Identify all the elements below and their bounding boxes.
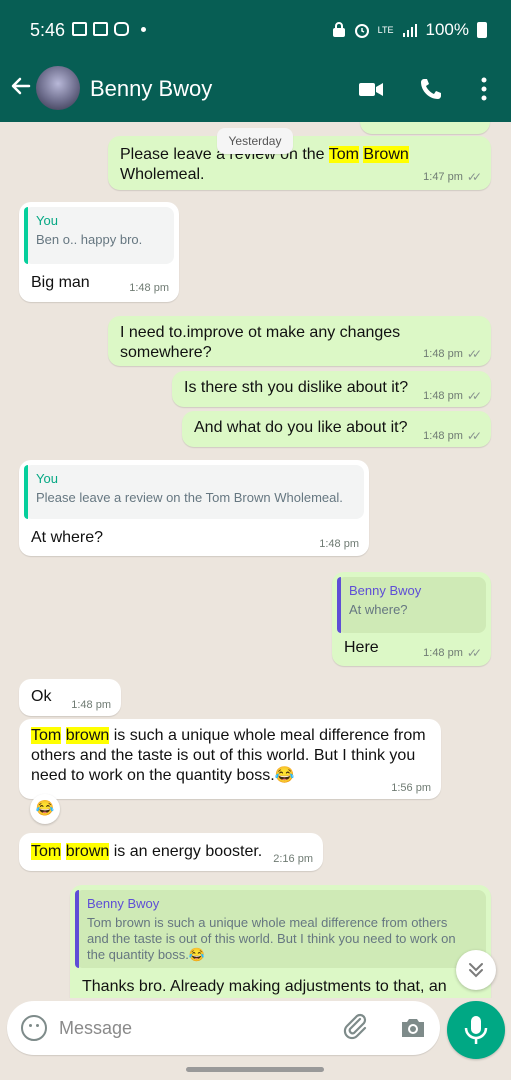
quote-author: Benny Bwoy [87, 896, 160, 911]
double-chevron-down-icon [469, 963, 483, 978]
attach-icon[interactable] [342, 1013, 370, 1041]
gesture-nav-bar[interactable] [186, 1067, 324, 1072]
quote-author: You [36, 213, 58, 228]
contact-avatar[interactable] [36, 66, 80, 110]
battery-icon [477, 22, 487, 38]
mic-button[interactable] [447, 1001, 505, 1059]
quote-author: Benny Bwoy [349, 583, 422, 598]
gallery-notification-icon [72, 22, 87, 36]
message-text: Tom brown is such a unique whole meal di… [31, 727, 426, 784]
message-time: 2:16 pm [273, 853, 313, 865]
system-status: LTE 100% [332, 20, 487, 40]
message-text: At where? [31, 529, 104, 546]
quoted-message[interactable]: Benny Bwoy At where? [337, 577, 486, 633]
message-bubble[interactable]: You Please leave a review on the Tom Bro… [19, 460, 369, 556]
message-meta: 1:48 pm ✓✓ [423, 646, 482, 660]
message-time: 1:48 pm [319, 538, 359, 550]
read-ticks-icon: ✓✓ [466, 429, 482, 443]
back-arrow-icon[interactable] [9, 74, 33, 104]
notification-icons [72, 22, 146, 36]
message-bubble[interactable]: Benny Bwoy Tom brown is such a unique wh… [70, 885, 491, 998]
message-meta: 1:48 pm ✓✓ [423, 429, 482, 443]
quote-author: You [36, 471, 58, 486]
message-bubble[interactable]: I need to.improve ot make any changes so… [108, 316, 491, 366]
lock-icon [332, 22, 345, 37]
quoted-message[interactable]: You Ben o.. happy bro. [24, 207, 174, 264]
message-bubble[interactable]: Ok 1:48 pm [19, 679, 121, 716]
alarm-icon [354, 24, 369, 38]
message-bubble[interactable]: And what do you like about it? 1:48 pm ✓✓ [182, 411, 491, 447]
quote-text: Ben o.. happy bro. [36, 232, 143, 247]
phone-icon[interactable] [418, 76, 444, 102]
network-type: LTE [377, 25, 394, 35]
quote-text: Tom brown is such a unique whole meal di… [87, 915, 456, 962]
status-time: 5:46 [30, 20, 66, 40]
battery-level: 100% [425, 20, 469, 39]
chat-header: Benny Bwoy [0, 60, 511, 122]
quoted-message[interactable]: Benny Bwoy Tom brown is such a unique wh… [75, 890, 486, 968]
instagram-notification-icon [114, 22, 129, 36]
message-bubble[interactable]: Is there sth you dislike about it? 1:48 … [172, 371, 491, 407]
mic-icon [464, 1016, 488, 1044]
message-bubble[interactable]: You Ben o.. happy bro. Big man 1:48 pm [19, 202, 179, 302]
message-text: And what do you like about it? [194, 419, 408, 436]
scroll-down-button[interactable] [456, 950, 496, 990]
message-text: Thanks bro. Already making adjustments t… [82, 978, 447, 995]
camera-icon[interactable] [399, 1014, 427, 1042]
message-text: Is there sth you dislike about it? [184, 379, 409, 396]
read-ticks-icon: ✓✓ [466, 646, 482, 660]
video-call-icon[interactable] [358, 76, 384, 102]
message-time: 1:48 pm [71, 699, 111, 711]
read-ticks-icon: ✓✓ [466, 389, 482, 403]
quote-text: At where? [349, 602, 408, 617]
message-notification-icon [93, 22, 108, 36]
message-time: 1:48 pm [129, 282, 169, 294]
message-time: 1:56 pm [391, 782, 431, 794]
message-bubble[interactable]: Benny Bwoy At where? Here 1:48 pm ✓✓ [332, 572, 491, 666]
message-bubble[interactable]: Please leave a review on the Tom Brown W… [108, 136, 491, 190]
message-text: Ok [31, 688, 52, 705]
date-chip: Yesterday [217, 128, 293, 154]
message-bubble-partial[interactable] [360, 122, 490, 134]
message-bubble[interactable]: Tom brown is an energy booster. 2:16 pm [19, 833, 323, 871]
read-ticks-icon: ✓✓ [466, 347, 482, 361]
message-bubble[interactable]: Tom brown is such a unique whole meal di… [19, 719, 441, 799]
emoji-icon[interactable] [21, 1015, 47, 1041]
more-options-icon[interactable] [478, 76, 504, 102]
status-bar: 5:46 LTE 100% [0, 0, 511, 60]
message-meta: 1:47 pm ✓✓ [423, 170, 482, 184]
message-text: Tom brown is an energy booster. [31, 843, 263, 860]
message-text: Big man [31, 274, 90, 291]
message-input-bar[interactable] [7, 1001, 440, 1055]
read-ticks-icon: ✓✓ [466, 170, 482, 184]
message-meta: 1:48 pm ✓✓ [423, 347, 482, 361]
chat-area[interactable]: Please leave a review on the Tom Brown W… [0, 122, 511, 998]
message-composer [0, 998, 511, 1080]
message-input[interactable] [59, 1014, 329, 1042]
more-notifications-icon [141, 26, 146, 32]
message-text: Here [344, 639, 379, 656]
emoji-reaction[interactable]: 😂 [30, 794, 60, 824]
signal-icon [402, 24, 417, 37]
contact-name[interactable]: Benny Bwoy [90, 76, 212, 102]
message-meta: 1:48 pm ✓✓ [423, 389, 482, 403]
quote-text: Please leave a review on the Tom Brown W… [36, 490, 343, 505]
quoted-message[interactable]: You Please leave a review on the Tom Bro… [24, 465, 364, 519]
